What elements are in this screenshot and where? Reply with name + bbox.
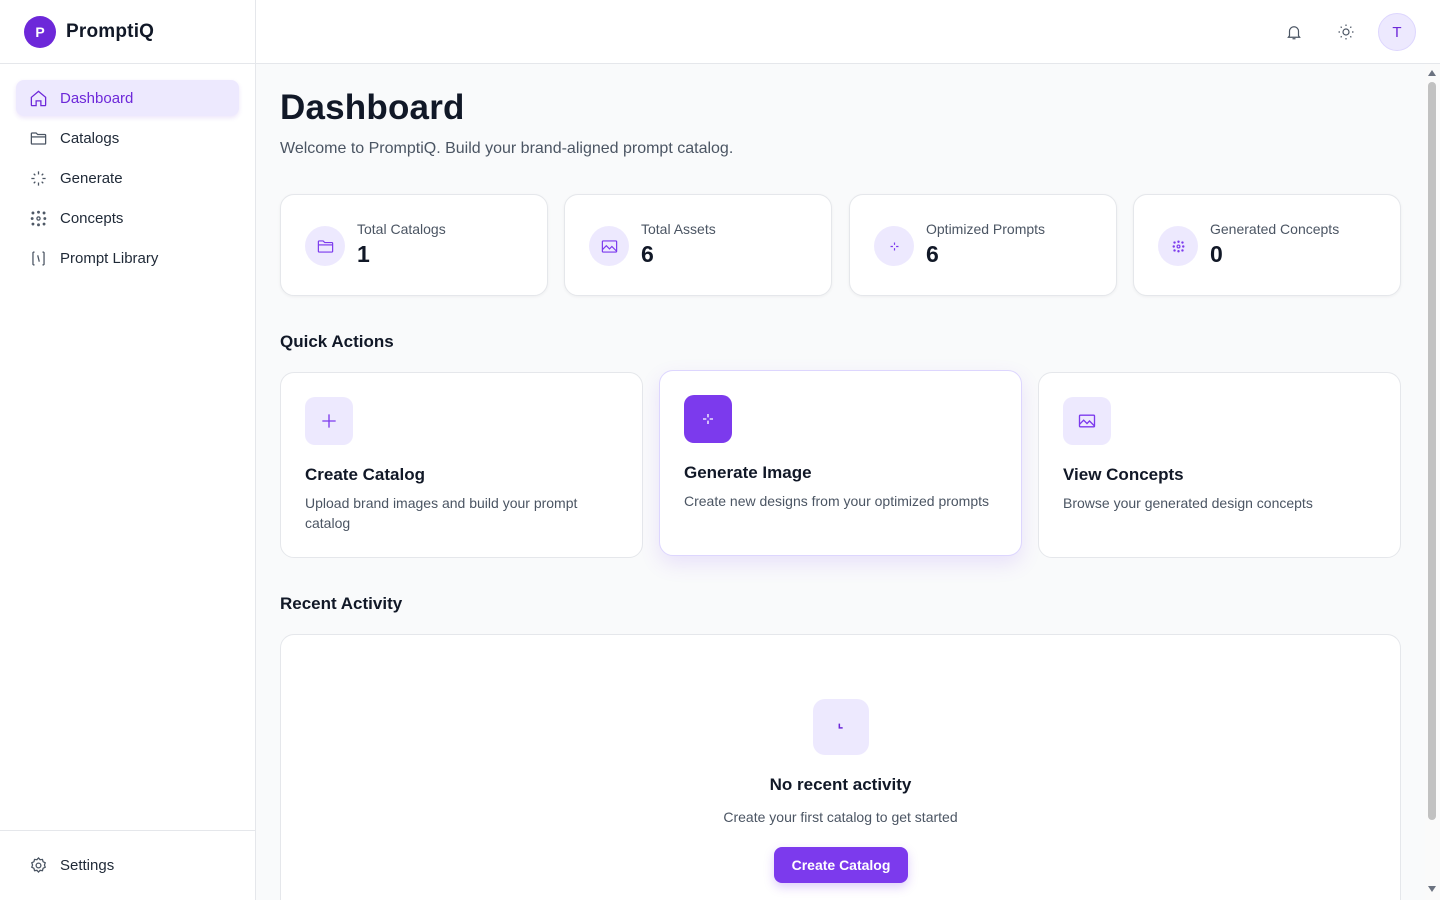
sparkles-icon bbox=[684, 395, 732, 443]
clock-icon bbox=[813, 699, 869, 755]
quick-action-description: Browse your generated design concepts bbox=[1063, 495, 1313, 511]
stat-value: 1 bbox=[357, 241, 370, 267]
stat-card-total-catalogs: Total Catalogs 1 bbox=[280, 194, 548, 296]
quick-action-create-catalog[interactable]: Create Catalog Upload brand images and b… bbox=[280, 372, 643, 558]
stat-value: 6 bbox=[641, 241, 654, 267]
stat-card-total-assets: Total Assets 6 bbox=[564, 194, 832, 296]
sidebar-footer: Settings bbox=[0, 830, 255, 900]
image-icon bbox=[1063, 397, 1111, 445]
scrollbar[interactable] bbox=[1425, 64, 1440, 900]
quick-action-view-concepts[interactable]: View Concepts Browse your generated desi… bbox=[1038, 372, 1401, 558]
sun-icon bbox=[1338, 24, 1354, 40]
library-icon bbox=[28, 248, 48, 268]
sidebar: P PromptiQ Dashboard Catalogs Generate C… bbox=[0, 0, 256, 900]
empty-state-title: No recent activity bbox=[769, 775, 912, 794]
stat-value: 0 bbox=[1210, 241, 1223, 267]
sparkles-icon bbox=[28, 168, 48, 188]
brand[interactable]: P PromptiQ bbox=[0, 0, 255, 64]
sidebar-item-concepts[interactable]: Concepts bbox=[16, 200, 239, 236]
page-subtitle: Welcome to PromptiQ. Build your brand-al… bbox=[280, 140, 734, 157]
scroll-up-arrow-icon[interactable] bbox=[1428, 70, 1436, 76]
sparkles-icon bbox=[874, 226, 914, 266]
sidebar-item-label: Prompt Library bbox=[60, 249, 159, 267]
stat-label: Optimized Prompts bbox=[926, 221, 1046, 237]
concepts-icon bbox=[28, 208, 48, 228]
quick-action-title: View Concepts bbox=[1063, 465, 1184, 484]
main-content: Dashboard Welcome to PromptiQ. Build you… bbox=[280, 64, 1401, 900]
quick-action-generate-image[interactable]: Generate Image Create new designs from y… bbox=[659, 370, 1022, 556]
sidebar-item-generate[interactable]: Generate bbox=[16, 160, 239, 196]
quick-action-title: Generate Image bbox=[684, 463, 812, 482]
stat-card-optimized-prompts: Optimized Prompts 6 bbox=[849, 194, 1117, 296]
user-avatar[interactable]: T bbox=[1378, 13, 1416, 51]
folder-icon bbox=[305, 226, 345, 266]
concepts-icon bbox=[1158, 226, 1198, 266]
brand-logo: P bbox=[24, 15, 56, 48]
sidebar-item-label: Concepts bbox=[60, 209, 124, 227]
sidebar-item-label: Dashboard bbox=[60, 89, 134, 107]
sidebar-nav: Dashboard Catalogs Generate Concepts Pro… bbox=[0, 64, 255, 296]
sidebar-item-label: Catalogs bbox=[60, 129, 120, 147]
stat-card-generated-concepts: Generated Concepts 0 bbox=[1133, 194, 1401, 296]
home-icon bbox=[28, 88, 48, 108]
sidebar-item-label: Settings bbox=[60, 856, 115, 874]
page-title: Dashboard bbox=[280, 88, 465, 127]
stat-label: Generated Concepts bbox=[1210, 221, 1340, 237]
brand-name: PromptiQ bbox=[66, 20, 155, 42]
stat-label: Total Assets bbox=[641, 221, 716, 237]
plus-icon bbox=[305, 397, 353, 445]
image-icon bbox=[589, 226, 629, 266]
stat-value: 6 bbox=[926, 241, 939, 267]
bell-icon bbox=[1287, 26, 1301, 40]
stat-label: Total Catalogs bbox=[357, 221, 446, 237]
quick-actions-title: Quick Actions bbox=[280, 332, 394, 351]
empty-state-subtitle: Create your first catalog to get started bbox=[723, 809, 958, 825]
notifications-button[interactable] bbox=[1278, 16, 1310, 48]
folder-icon bbox=[28, 128, 48, 148]
gear-icon bbox=[28, 855, 48, 875]
sidebar-item-prompt-library[interactable]: Prompt Library bbox=[16, 240, 239, 276]
create-catalog-button[interactable]: Create Catalog bbox=[774, 847, 908, 883]
scrollbar-thumb[interactable] bbox=[1428, 82, 1436, 820]
sidebar-item-catalogs[interactable]: Catalogs bbox=[16, 120, 239, 156]
quick-action-title: Create Catalog bbox=[305, 465, 425, 484]
quick-action-description: Create new designs from your optimized p… bbox=[684, 493, 990, 509]
sidebar-item-label: Generate bbox=[60, 169, 123, 187]
recent-activity-title: Recent Activity bbox=[280, 594, 403, 613]
quick-action-description: Upload brand images and build your promp… bbox=[305, 495, 578, 531]
sidebar-item-settings[interactable]: Settings bbox=[16, 847, 239, 883]
scroll-down-arrow-icon[interactable] bbox=[1428, 886, 1436, 892]
sidebar-item-dashboard[interactable]: Dashboard bbox=[16, 80, 239, 116]
recent-activity-panel: No recent activity Create your first cat… bbox=[280, 634, 1401, 900]
theme-toggle-button[interactable] bbox=[1330, 16, 1362, 48]
top-bar: T bbox=[256, 0, 1440, 64]
